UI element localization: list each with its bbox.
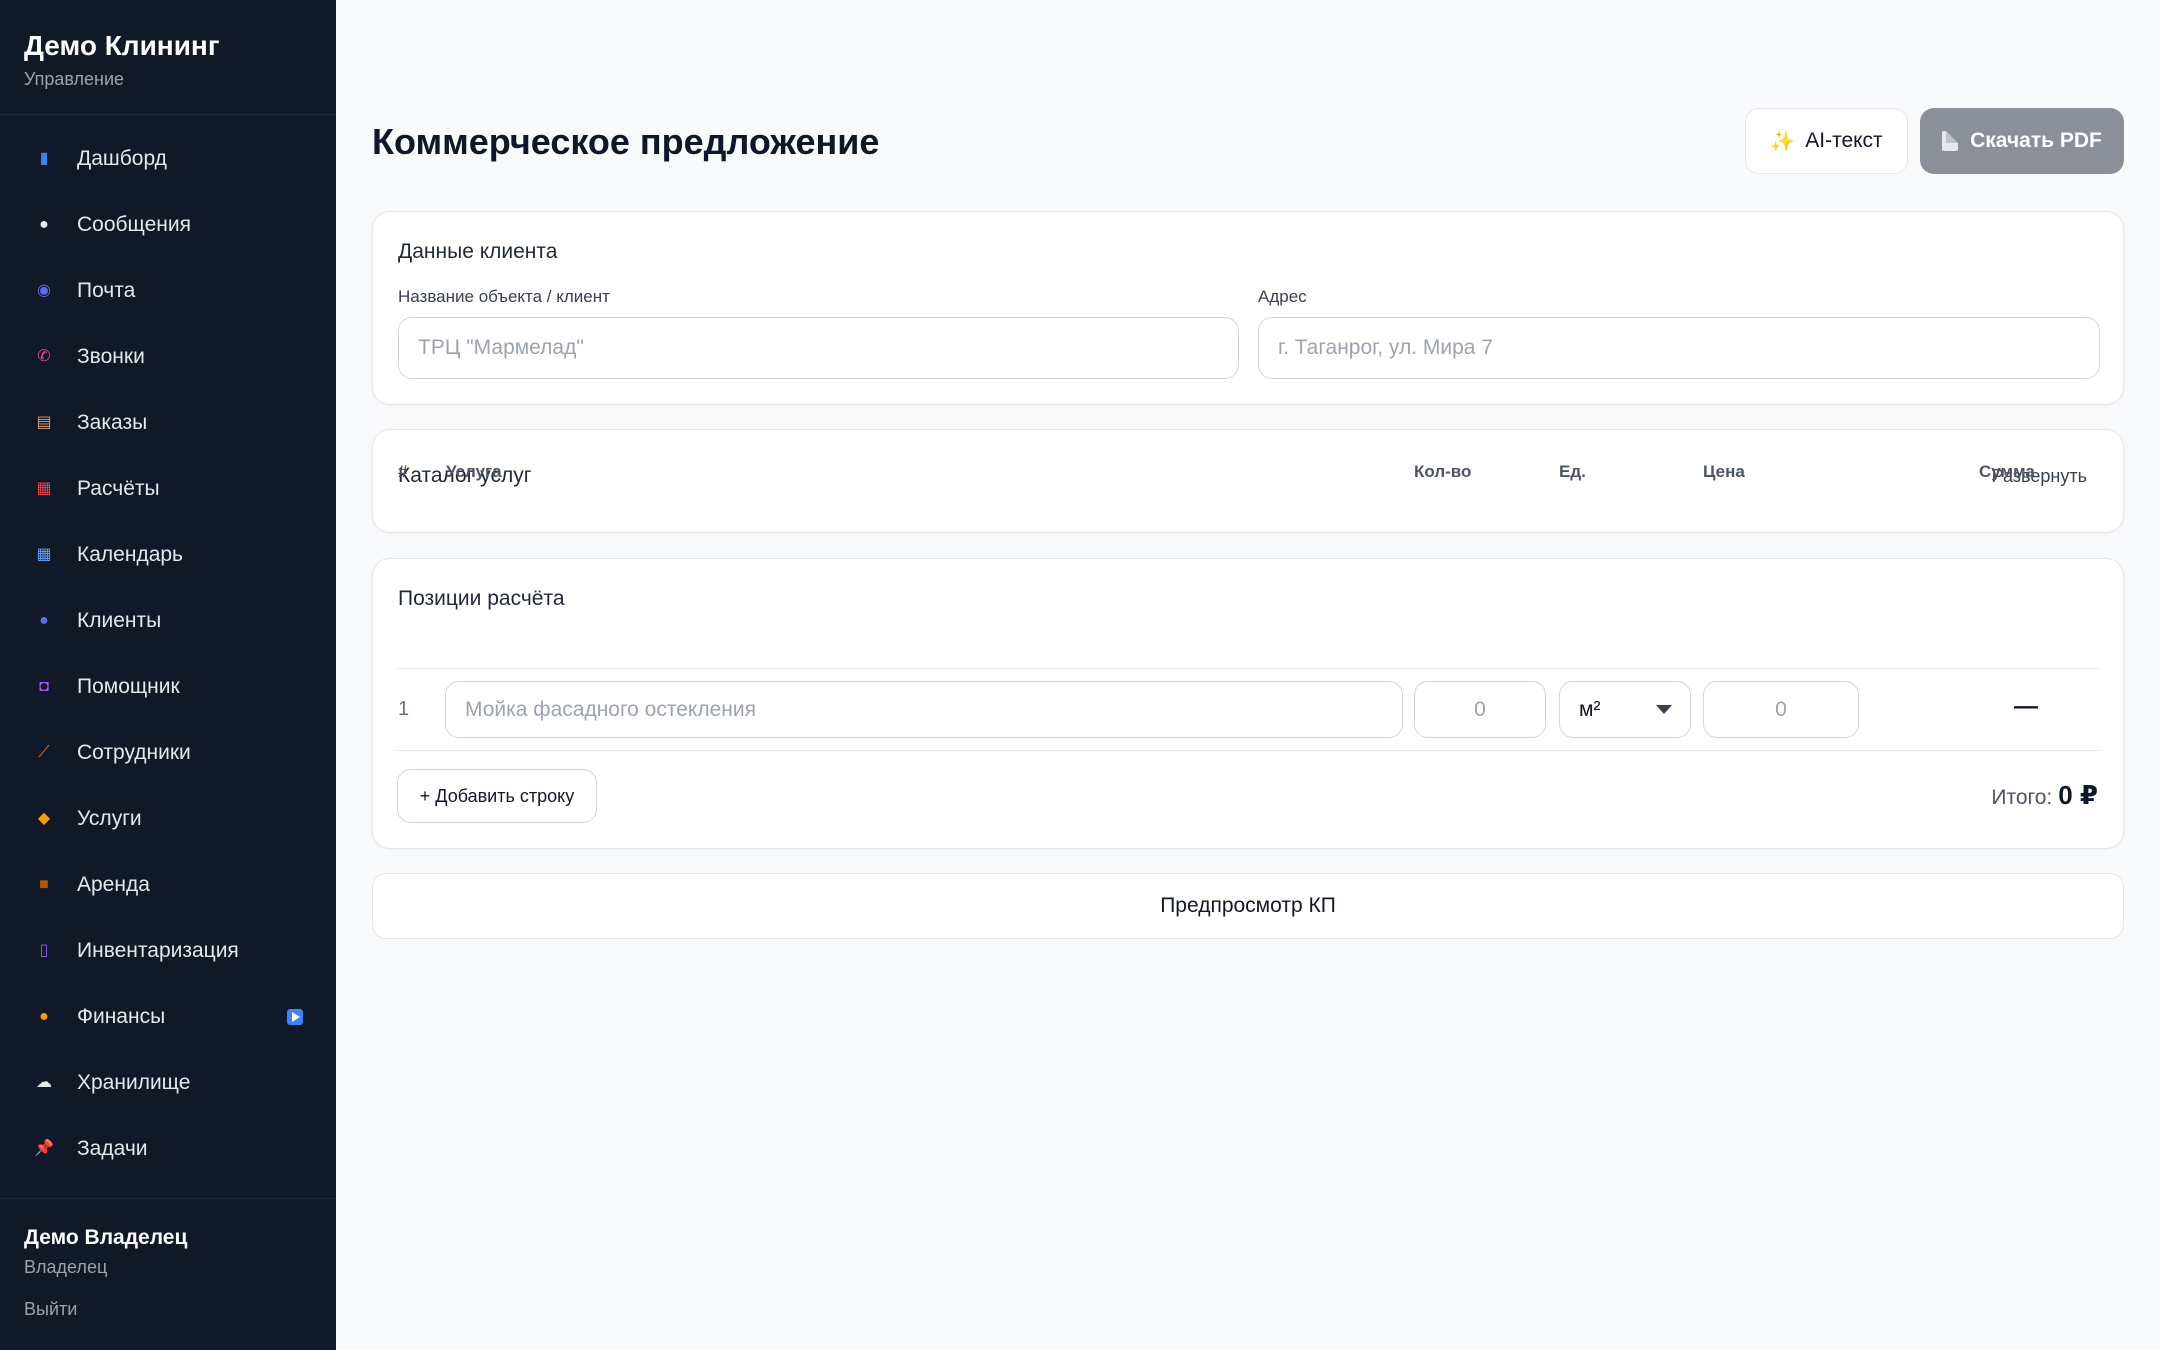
client-card-title: Данные клиента xyxy=(398,240,558,263)
chevron-down-icon xyxy=(1656,705,1672,714)
sidebar-item-2[interactable]: ◉ Почта xyxy=(0,258,336,324)
users-icon: ● xyxy=(39,612,49,629)
sidebar-item-9[interactable]: ⟋ Сотрудники xyxy=(0,720,336,786)
sidebar-item-0[interactable]: ▮ Дашборд xyxy=(0,126,336,192)
sidebar-item-4[interactable]: ▤ Заказы xyxy=(0,390,336,456)
sidebar-item-label: Инвентаризация xyxy=(77,939,239,962)
phone-icon: ✆ xyxy=(37,348,51,365)
table-row-divider xyxy=(397,750,2099,751)
mail-icon: ◉ xyxy=(37,282,51,299)
abacus-icon: ▦ xyxy=(36,480,52,497)
brand-title: Демо Клининг xyxy=(24,30,220,61)
sidebar-item-label: Расчёты xyxy=(77,477,160,500)
client-card: Данные клиента Название объекта / клиент… xyxy=(372,211,2124,405)
address-label: Адрес xyxy=(1258,287,1307,306)
clipboard-icon: ▤ xyxy=(36,414,52,431)
sidebar-item-7[interactable]: ● Клиенты xyxy=(0,588,336,654)
sparkles-icon: ✨ xyxy=(1770,130,1796,153)
sidebar-divider xyxy=(0,114,336,115)
service-input[interactable]: Мойка фасадного остекления xyxy=(445,681,1403,738)
catalog-card[interactable]: Каталог услуг Развернуть xyxy=(372,429,2124,533)
brand: Демо Клининг Управление xyxy=(24,28,220,90)
robot-icon: ◘ xyxy=(39,678,49,695)
address-input[interactable]: г. Таганрог, ул. Мира 7 xyxy=(1258,317,2100,379)
sidebar-item-label: Клиенты xyxy=(77,609,162,632)
package-icon: ■ xyxy=(39,876,49,893)
sidebar-item-label: Дашборд xyxy=(77,147,167,170)
phone-device-icon: ▯ xyxy=(39,942,49,959)
brand-subtitle: Управление xyxy=(24,69,125,89)
sidebar-divider xyxy=(0,1198,336,1199)
sidebar-item-label: Звонки xyxy=(77,345,145,368)
sidebar-item-1[interactable]: ● Сообщения xyxy=(0,192,336,258)
column-header-unit: Ед. xyxy=(1559,462,1586,481)
sidebar-item-label: Сотрудники xyxy=(77,741,191,764)
sidebar-nav: ▮ Дашборд ● Сообщения ◉ Почта ✆ Звонки ▤ Заказы ▦ Р… xyxy=(0,126,336,1182)
column-header-num: # xyxy=(398,462,408,481)
column-header-service: Услуга xyxy=(446,462,502,481)
sidebar-item-6[interactable]: ▦ Календарь xyxy=(0,522,336,588)
row-number: 1 xyxy=(398,698,410,720)
total: Итого: 0 ₽ xyxy=(1991,780,2098,811)
sidebar-item-label: Заказы xyxy=(77,411,148,434)
column-header-sum: Сумма xyxy=(1979,462,2035,481)
pushpin-icon: 📌 xyxy=(34,1140,54,1157)
quantity-input[interactable]: 0 xyxy=(1414,681,1546,738)
sidebar-item-5[interactable]: ▦ Расчёты xyxy=(0,456,336,522)
play-badge-icon xyxy=(287,1009,303,1025)
sidebar-item-13[interactable]: ● Финансы xyxy=(0,984,336,1050)
logout-link[interactable]: Выйти xyxy=(24,1298,187,1320)
add-row-button[interactable]: + Добавить строку xyxy=(397,769,597,823)
page-title: Коммерческое предложение xyxy=(372,121,880,162)
total-label: Итого: xyxy=(1991,786,2053,809)
column-header-price: Цена xyxy=(1703,462,1745,481)
tag-icon: ◆ xyxy=(37,810,51,827)
sidebar-item-label: Помощник xyxy=(77,675,180,698)
bar-chart-icon: ▮ xyxy=(39,150,49,167)
preview-button[interactable]: Предпросмотр КП xyxy=(372,873,2124,939)
sidebar-item-label: Финансы xyxy=(77,1005,166,1028)
download-pdf-button[interactable]: Скачать PDF xyxy=(1920,108,2124,174)
ai-text-button-label: AI-текст xyxy=(1805,129,1883,152)
sidebar-item-label: Аренда xyxy=(77,873,150,896)
sidebar-item-3[interactable]: ✆ Звонки xyxy=(0,324,336,390)
user-role: Владелец xyxy=(24,1257,108,1277)
sidebar-item-label: Календарь xyxy=(77,543,183,566)
total-value: 0 ₽ xyxy=(2058,780,2098,810)
calendar-icon: ▦ xyxy=(36,546,52,563)
sidebar-item-11[interactable]: ■ Аренда xyxy=(0,852,336,918)
user-name: Демо Владелец xyxy=(24,1226,188,1249)
money-bag-icon: ● xyxy=(39,1008,49,1025)
items-card-title: Позиции расчёта xyxy=(398,587,565,610)
sidebar-item-10[interactable]: ◆ Услуги xyxy=(0,786,336,852)
sidebar-item-15[interactable]: 📌 Задачи xyxy=(0,1116,336,1182)
download-pdf-button-label: Скачать PDF xyxy=(1970,129,2102,152)
sidebar-item-14[interactable]: ☁ Хранилище xyxy=(0,1050,336,1116)
sidebar-item-label: Услуги xyxy=(77,807,142,830)
sidebar-item-label: Сообщения xyxy=(77,213,191,236)
broom-icon: ⟋ xyxy=(38,744,50,761)
cloud-icon: ☁ xyxy=(36,1074,52,1091)
ai-text-button[interactable]: ✨ AI-текст xyxy=(1745,108,1908,174)
table-header-divider xyxy=(397,668,2099,669)
client-name-input[interactable]: ТРЦ "Мармелад" xyxy=(398,317,1239,379)
sidebar-item-8[interactable]: ◘ Помощник xyxy=(0,654,336,720)
unit-select[interactable]: м² xyxy=(1559,681,1691,738)
row-sum: — xyxy=(2014,693,2038,720)
sidebar-item-label: Задачи xyxy=(77,1137,148,1160)
user-block: Демо Владелец Владелец Выйти xyxy=(24,1224,187,1320)
price-input[interactable]: 0 xyxy=(1703,681,1859,738)
document-icon xyxy=(1942,131,1959,151)
sidebar-item-label: Хранилище xyxy=(77,1071,191,1094)
unit-select-value: м² xyxy=(1579,697,1601,721)
sidebar: Демо Клининг Управление ▮ Дашборд ● Сообщен… xyxy=(0,0,336,1350)
speech-bubble-icon: ● xyxy=(39,216,49,233)
column-header-qty: Кол-во xyxy=(1414,462,1472,481)
sidebar-item-12[interactable]: ▯ Инвентаризация xyxy=(0,918,336,984)
sidebar-item-label: Почта xyxy=(77,279,136,302)
client-name-label: Название объекта / клиент xyxy=(398,287,610,306)
